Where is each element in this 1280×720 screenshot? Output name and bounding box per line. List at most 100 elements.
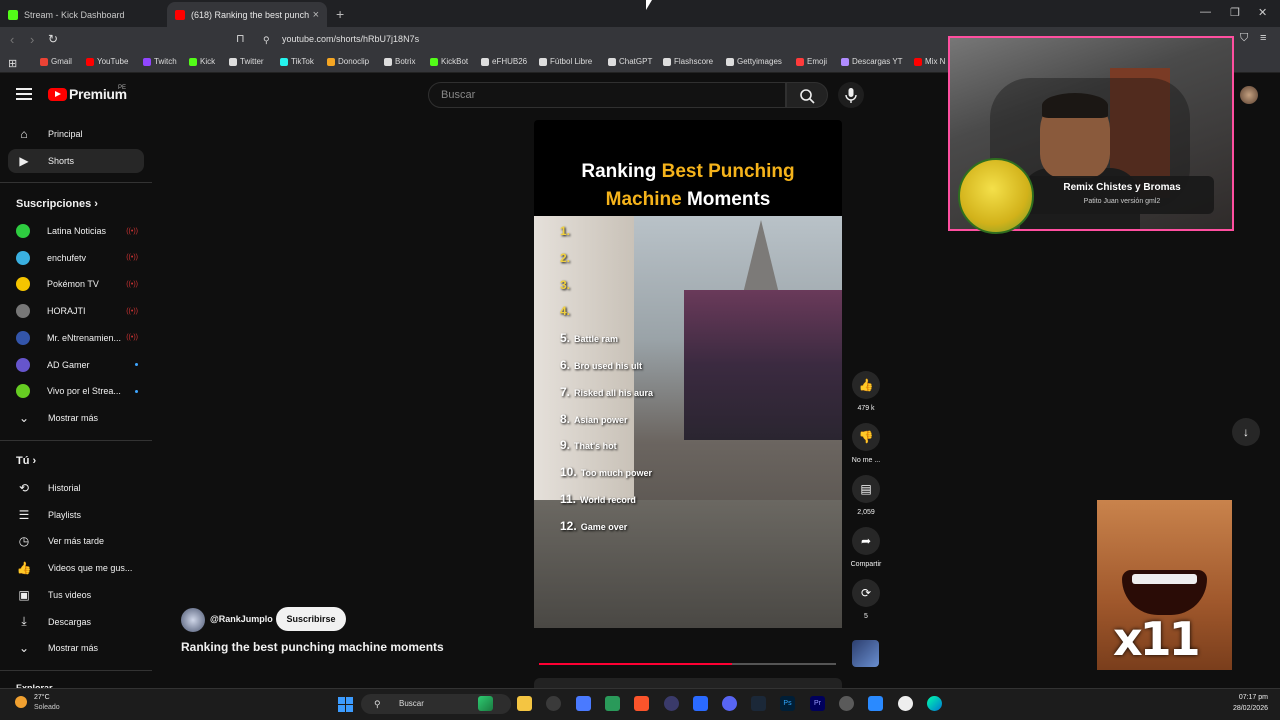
bookmark-efhub26[interactable]: eFHUB26 <box>481 57 527 66</box>
app-icon[interactable] <box>693 696 708 711</box>
ranking-text: Risked all his aura <box>574 387 654 398</box>
comments-button[interactable]: ▤ <box>852 475 880 503</box>
weather-condition[interactable]: Soleado <box>34 704 60 711</box>
subscription-item[interactable]: AD Gamer <box>16 355 138 375</box>
site-info-icon[interactable]: ⚲ <box>263 35 270 46</box>
short-video-player[interactable]: Ranking Best Punching Machine Moments 1.… <box>534 120 842 628</box>
close-window-button[interactable]: ✕ <box>1258 6 1267 19</box>
subscriptions-heading[interactable]: Suscripciones › <box>16 198 98 210</box>
media-player-icon[interactable] <box>898 696 913 711</box>
maximize-button[interactable]: ❐ <box>1230 6 1240 19</box>
bookmark-descargas-yt[interactable]: Descargas YT <box>841 57 903 66</box>
menu-hamburger-icon[interactable] <box>16 88 32 100</box>
bookmark-kickbot[interactable]: KickBot <box>430 57 468 66</box>
windows-start-icon[interactable] <box>338 697 353 712</box>
subscription-item[interactable]: HORAJTI ((•)) <box>16 301 138 321</box>
bookmark-youtube[interactable]: YouTube <box>86 57 128 66</box>
ranking-text: Asian power <box>574 414 628 425</box>
close-tab-icon[interactable]: × <box>313 9 319 21</box>
reload-button[interactable]: ↻ <box>48 32 58 46</box>
brave-icon[interactable] <box>634 696 649 711</box>
sound-thumbnail[interactable] <box>852 640 879 667</box>
bookmark-favicon-icon <box>608 57 616 66</box>
like-button[interactable]: 👍 <box>852 371 880 399</box>
search-button[interactable] <box>786 82 828 108</box>
widget-icon[interactable] <box>478 696 493 711</box>
sidebar-item-history[interactable]: ⟲ Historial <box>8 476 144 500</box>
show-more-subscriptions[interactable]: ⌄ Mostrar más <box>8 406 144 430</box>
you-heading[interactable]: Tú › <box>16 455 36 467</box>
search-input[interactable]: Buscar <box>428 82 786 108</box>
app-icon[interactable] <box>605 696 620 711</box>
show-more-you[interactable]: ⌄ Mostrar más <box>8 636 144 660</box>
next-short-preview[interactable] <box>534 678 842 688</box>
bookmark-mix-n[interactable]: Mix N <box>914 57 945 66</box>
youtube-logo-icon[interactable] <box>48 88 67 101</box>
sidebar-item-clock[interactable]: ◷ Ver más tarde <box>8 529 144 553</box>
bookmark-donoclip[interactable]: Donoclip <box>327 57 369 66</box>
bookmark-tiktok[interactable]: TikTok <box>280 57 314 66</box>
remix-button[interactable]: ⟳ <box>852 579 880 607</box>
subscription-item[interactable]: Latina Noticias ((•)) <box>16 221 138 241</box>
sidebar-item-download[interactable]: ⤓ Descargas <box>8 610 144 634</box>
account-avatar[interactable] <box>1240 86 1258 104</box>
bookmark-gettyimages[interactable]: Gettyimages <box>726 57 782 66</box>
app-icon[interactable] <box>576 696 591 711</box>
shield-icon[interactable]: ⛉ <box>1240 32 1248 45</box>
bookmark-f-tbol-libre[interactable]: Fútbol Libre <box>539 57 592 66</box>
app-icon[interactable] <box>868 696 883 711</box>
photoshop-icon[interactable]: Ps <box>780 696 795 711</box>
edge-icon[interactable] <box>927 696 942 711</box>
subscription-item[interactable]: Vivo por el Strea... <box>16 381 138 401</box>
channel-avatar[interactable] <box>181 608 205 632</box>
bookmark-icon[interactable]: ⊓ <box>236 32 245 45</box>
bookmark-emoji[interactable]: Emoji <box>796 57 827 66</box>
taskbar-date[interactable]: 28/02/2026 <box>1222 705 1268 712</box>
sidebar-item-playlist[interactable]: ☰ Playlists <box>8 503 144 527</box>
url-field[interactable]: youtube.com/shorts/hRbU7j18N7s <box>282 34 419 44</box>
menu-icon[interactable]: ≡ <box>1260 32 1266 44</box>
file-explorer-icon[interactable] <box>517 696 532 711</box>
bookmark-chatgpt[interactable]: ChatGPT <box>608 57 652 66</box>
bookmark-flashscore[interactable]: Flashscore <box>663 57 713 66</box>
subscription-item[interactable]: Pokémon TV ((•)) <box>16 274 138 294</box>
chrome-icon[interactable] <box>546 696 561 711</box>
discord-icon[interactable] <box>722 696 737 711</box>
browser-tab-youtube[interactable]: (618) Ranking the best punch × <box>167 2 327 27</box>
subscribe-button[interactable]: Suscribirse <box>276 607 346 631</box>
sidebar-item-video[interactable]: ▣ Tus videos <box>8 583 144 607</box>
dislike-button[interactable]: 👎 <box>852 423 880 451</box>
premiere-icon[interactable]: Pr <box>810 696 825 711</box>
app-icon[interactable] <box>664 696 679 711</box>
bookmark-favicon-icon <box>539 57 547 66</box>
subscription-name: Vivo por el Strea... <box>47 386 121 397</box>
subscription-item[interactable]: enchufetv ((•)) <box>16 248 138 268</box>
back-button[interactable]: ‹ <box>10 32 14 47</box>
bookmark-gmail[interactable]: Gmail <box>40 57 72 66</box>
channel-name[interactable]: @RankJumplo <box>210 614 273 624</box>
minimize-button[interactable]: — <box>1200 6 1211 18</box>
video-title[interactable]: Ranking the best punching machine moment… <box>181 640 444 654</box>
bookmark-twitch[interactable]: Twitch <box>143 57 177 66</box>
steam-icon[interactable] <box>751 696 766 711</box>
taskbar-time[interactable]: 07:17 pm <box>1222 694 1268 701</box>
share-button[interactable]: ➦ <box>852 527 880 555</box>
bookmark-botrix[interactable]: Botrix <box>384 57 415 66</box>
forward-button[interactable]: › <box>30 32 34 47</box>
temperature[interactable]: 27°C <box>34 694 50 701</box>
next-video-button[interactable]: ↓ <box>1232 418 1260 446</box>
browser-tab-kick[interactable]: Stream - Kick Dashboard <box>0 2 165 27</box>
weather-sun-icon[interactable] <box>15 696 27 708</box>
settings-icon[interactable] <box>839 696 854 711</box>
sidebar-item-shorts[interactable]: ▶ Shorts <box>8 149 144 173</box>
apps-icon[interactable]: ⊞ <box>8 57 17 70</box>
ranking-item: 2. <box>560 251 574 265</box>
new-tab-button[interactable]: + <box>336 6 344 22</box>
sidebar-item-principal[interactable]: ⌂ Principal <box>8 122 144 146</box>
bookmark-kick[interactable]: Kick <box>189 57 215 66</box>
voice-search-button[interactable] <box>838 82 864 108</box>
sidebar-item-like[interactable]: 👍 Videos que me gus... <box>8 556 144 580</box>
home-icon: ⌂ <box>20 127 28 141</box>
subscription-item[interactable]: Mr. eNtrenamien... ((•)) <box>16 328 138 348</box>
bookmark-twitter[interactable]: Twitter <box>229 57 264 66</box>
